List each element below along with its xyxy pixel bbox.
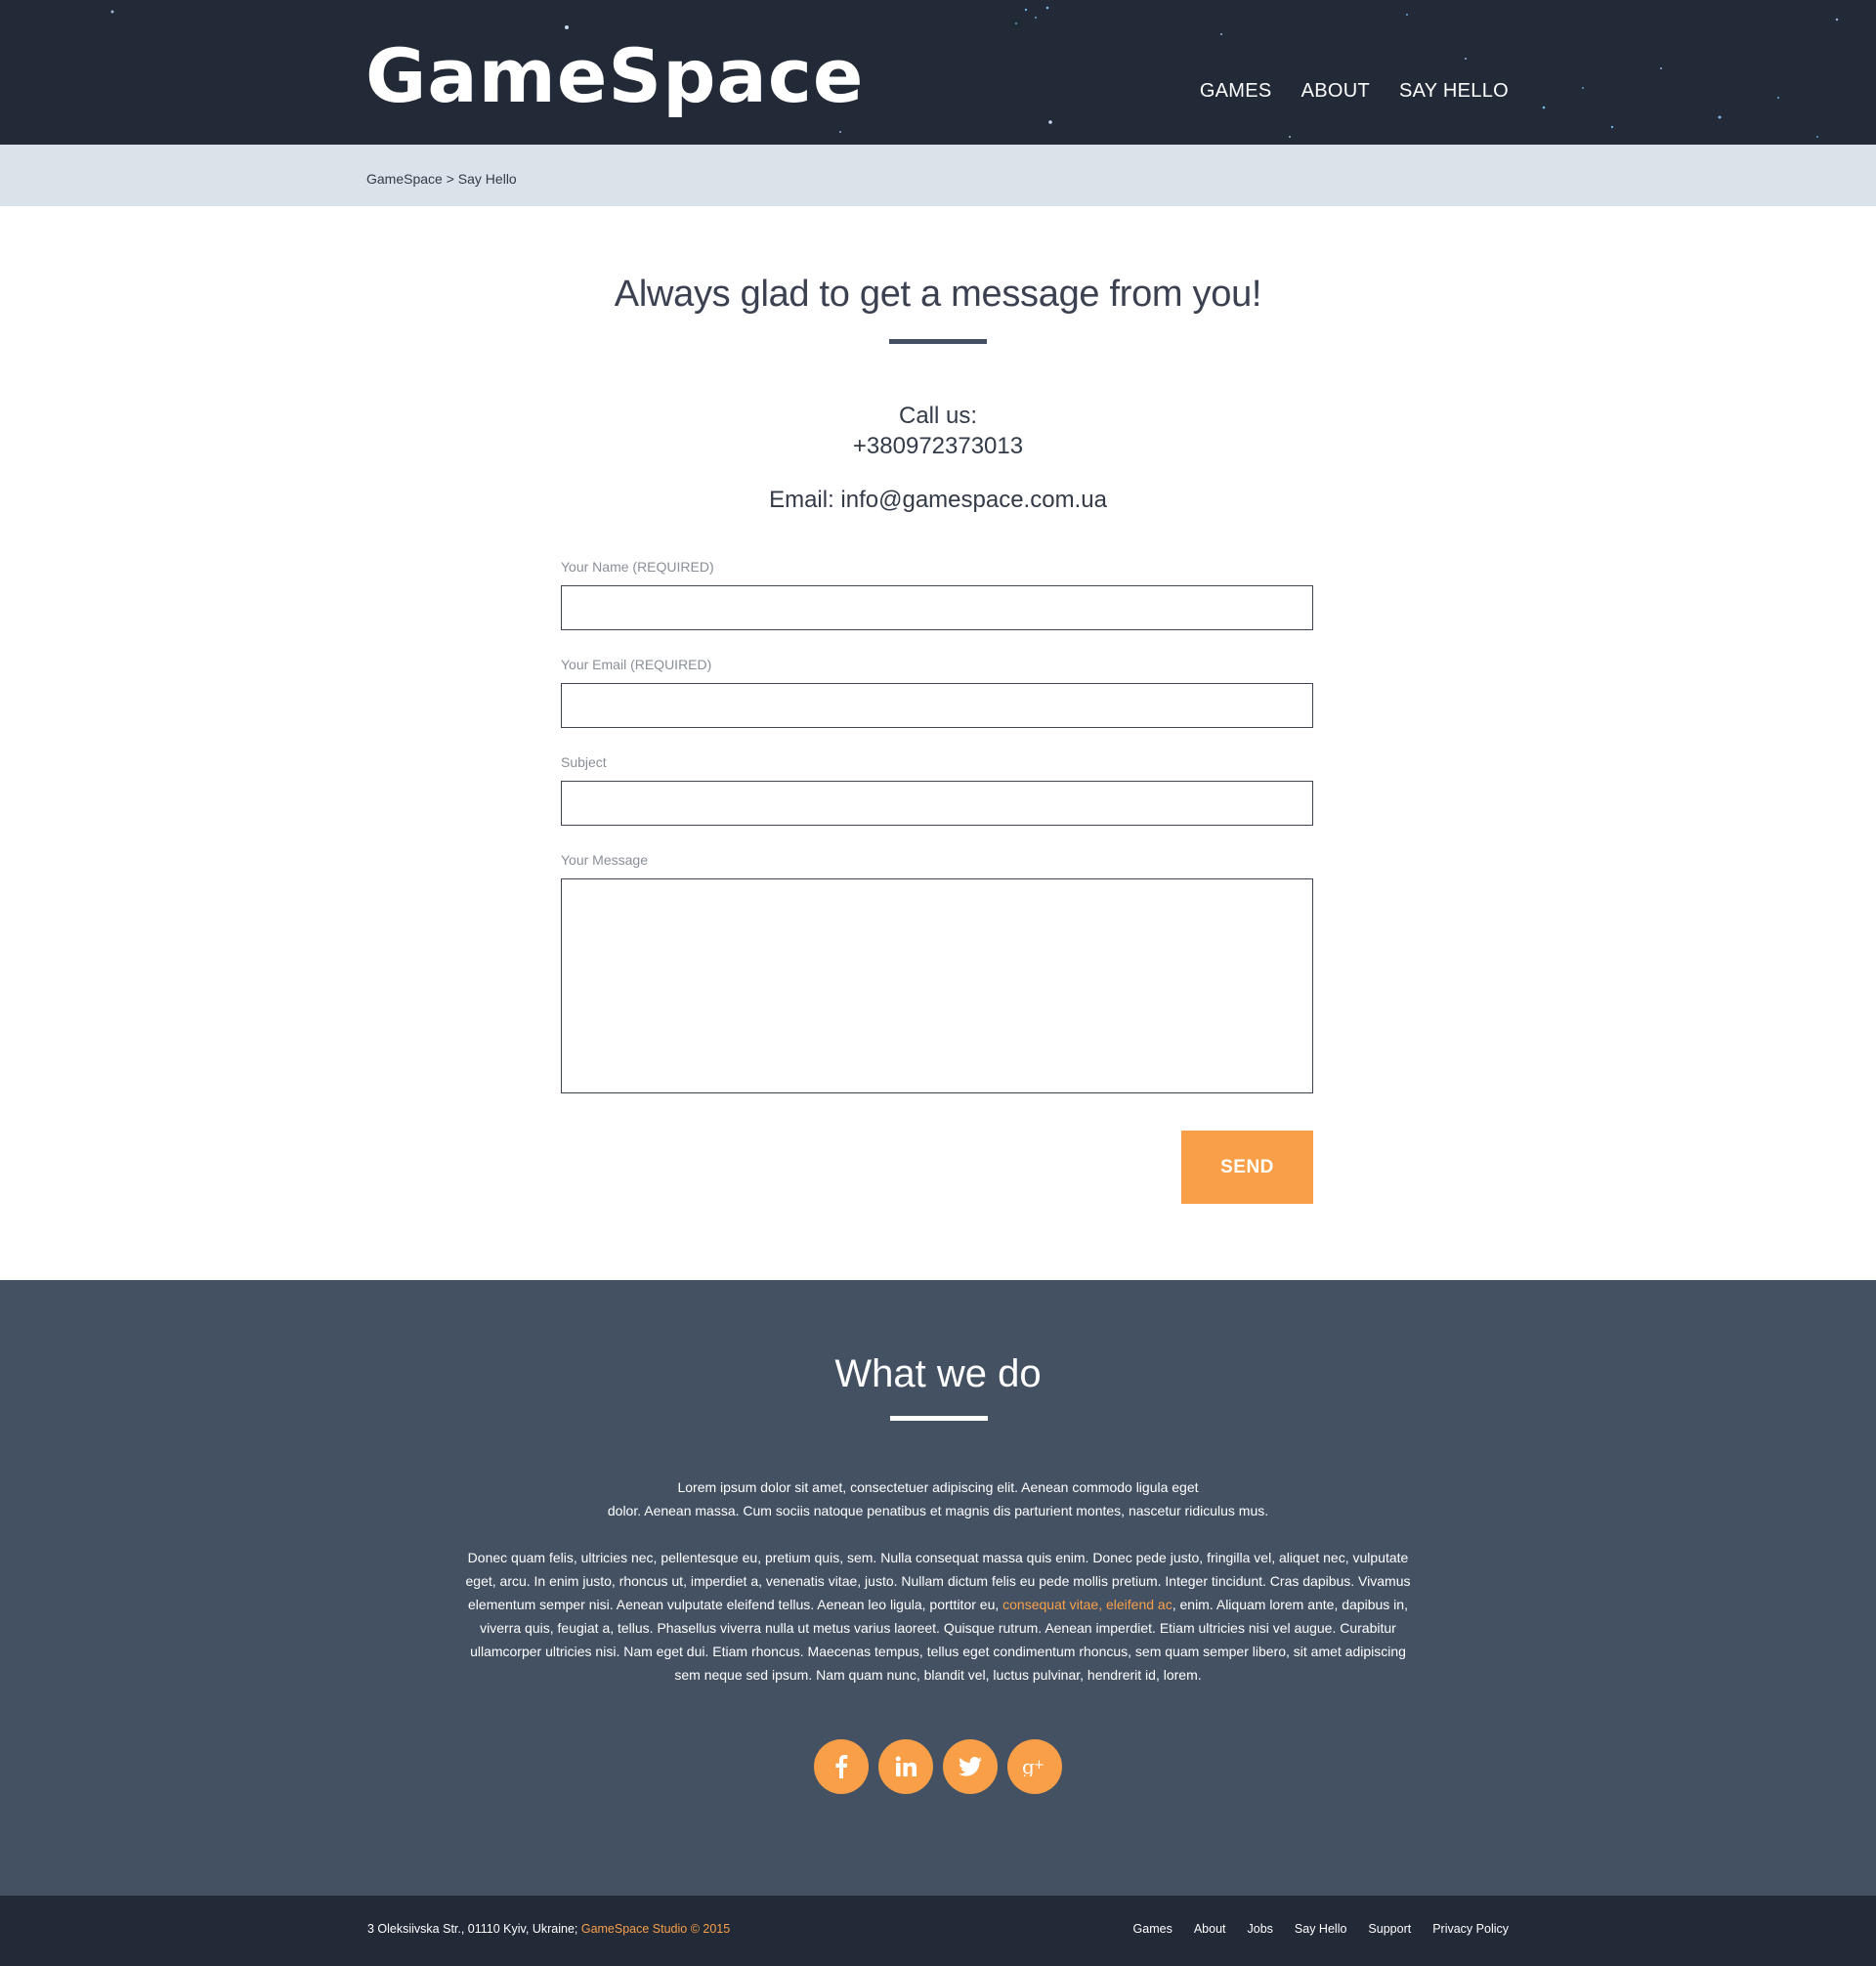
site-header: GameSpace GAMES ABOUT SAY HELLO (0, 0, 1876, 145)
site-footer: 3 Oleksiivska Str., 01110 Kyiv, Ukraine;… (0, 1896, 1876, 1966)
facebook-icon[interactable] (814, 1739, 869, 1794)
section-title: What we do (834, 1352, 1042, 1395)
footer-address: 3 Oleksiivska Str., 01110 Kyiv, Ukraine;… (367, 1922, 730, 1936)
nav-games[interactable]: GAMES (1200, 80, 1272, 103)
title-divider (889, 339, 987, 344)
section-divider (890, 1416, 988, 1421)
what-we-do-section: What we do Lorem ipsum dolor sit amet, c… (0, 1280, 1876, 1896)
phone-number[interactable]: +380972373013 (0, 431, 1876, 461)
main-nav: GAMES ABOUT SAY HELLO (1200, 80, 1509, 103)
footer-link-support[interactable]: Support (1368, 1922, 1411, 1936)
footer-link-games[interactable]: Games (1133, 1922, 1172, 1936)
subject-label: Subject (561, 754, 607, 770)
contact-form: Your Name (REQUIRED) Your Email (REQUIRE… (561, 559, 1313, 1093)
svg-text:+: + (1034, 1758, 1045, 1773)
email-field[interactable] (561, 683, 1313, 728)
intro-line-1: Lorem ipsum dolor sit amet, consectetuer… (677, 1479, 1199, 1495)
footer-links: Games About Jobs Say Hello Support Priva… (1133, 1922, 1509, 1936)
name-field[interactable] (561, 585, 1313, 630)
footer-link-say-hello[interactable]: Say Hello (1295, 1922, 1347, 1936)
nav-about[interactable]: ABOUT (1301, 80, 1370, 103)
body-link[interactable]: consequat vitae, eleifend ac (1002, 1597, 1172, 1612)
message-label: Your Message (561, 852, 648, 868)
subject-field[interactable] (561, 781, 1313, 826)
email-address[interactable]: Email: info@gamespace.com.ua (0, 487, 1876, 514)
footer-link-privacy-policy[interactable]: Privacy Policy (1432, 1922, 1509, 1936)
footer-link-jobs[interactable]: Jobs (1248, 1922, 1273, 1936)
intro-line-2: dolor. Aenean massa. Cum sociis natoque … (607, 1503, 1269, 1518)
breadcrumb-bar: GameSpace > Say Hello (0, 145, 1876, 206)
send-button[interactable]: SEND (1181, 1131, 1313, 1204)
footer-link-about[interactable]: About (1194, 1922, 1226, 1936)
email-label: Your Email (REQUIRED) (561, 657, 712, 672)
name-label: Your Name (REQUIRED) (561, 559, 714, 575)
call-block: Call us: +380972373013 (0, 401, 1876, 461)
address-text: 3 Oleksiivska Str., 01110 Kyiv, Ukraine; (367, 1922, 581, 1936)
linkedin-icon[interactable] (878, 1739, 933, 1794)
nav-say-hello[interactable]: SAY HELLO (1399, 80, 1509, 103)
page-title: Always glad to get a message from you! (614, 274, 1262, 315)
message-field[interactable] (561, 878, 1313, 1093)
body-paragraph: Donec quam felis, ultricies nec, pellent… (464, 1546, 1412, 1687)
intro-paragraph: Lorem ipsum dolor sit amet, consectetuer… (547, 1475, 1329, 1522)
breadcrumb: GameSpace > Say Hello (366, 171, 517, 187)
site-logo[interactable]: GameSpace (365, 39, 864, 113)
breadcrumb-current: Say Hello (457, 171, 517, 187)
google-plus-icon[interactable]: g + (1007, 1739, 1062, 1794)
twitter-icon[interactable] (943, 1739, 998, 1794)
social-links: g + (814, 1739, 1062, 1794)
call-label: Call us: (898, 403, 978, 429)
breadcrumb-separator: > (446, 171, 454, 187)
starfield-background (110, 6, 1839, 138)
studio-copyright: GameSpace Studio © 2015 (580, 1922, 731, 1936)
breadcrumb-home[interactable]: GameSpace (366, 171, 443, 187)
